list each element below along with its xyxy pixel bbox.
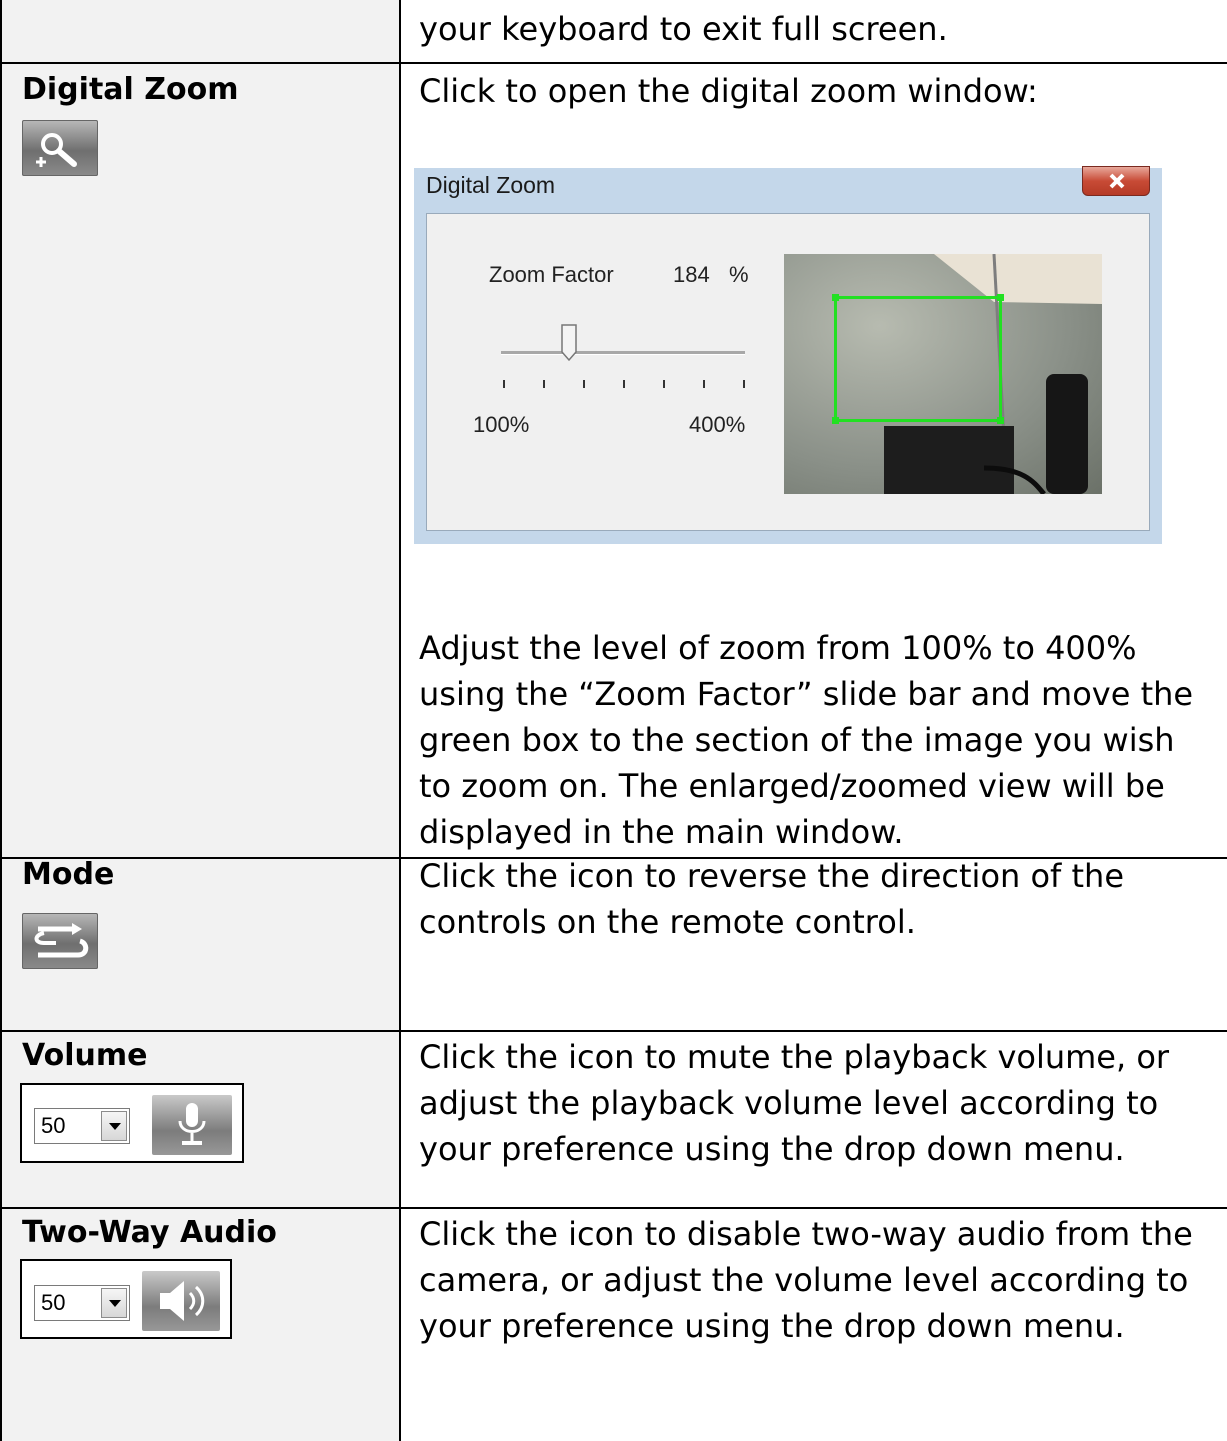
- slider-min-label: 100%: [473, 412, 530, 437]
- speaker-icon[interactable]: [142, 1271, 220, 1331]
- zoom-slider-track[interactable]: [501, 351, 745, 355]
- two-way-audio-control-box: 50: [20, 1259, 232, 1339]
- description-cell: Click the icon to disable two-way audio …: [401, 1209, 1227, 1441]
- slider-tick: [623, 380, 625, 388]
- slider-tick: [703, 380, 705, 388]
- description-cell: Click the icon to reverse the direction …: [401, 857, 1227, 1030]
- table-row: Two-Way Audio 50 Click the icon to disab…: [0, 1209, 1227, 1441]
- feature-label: Volume: [22, 1038, 148, 1073]
- two-way-audio-select-value: 50: [41, 1290, 66, 1315]
- zoom-in-magnifier-icon[interactable]: [22, 120, 98, 176]
- label-cell: Digital Zoom: [0, 64, 401, 857]
- zoom-slider-thumb[interactable]: [560, 324, 578, 362]
- description-cell: Click the icon to mute the playback volu…: [401, 1032, 1227, 1207]
- microphone-icon[interactable]: [152, 1095, 232, 1155]
- slider-tick: [743, 380, 745, 388]
- slider-tick: [583, 380, 585, 388]
- window-body: Zoom Factor 184 % 100% 400%: [426, 213, 1150, 531]
- description-intro: Click to open the digital zoom window:: [419, 72, 1038, 110]
- description-text: Click the icon to reverse the direction …: [419, 857, 1124, 941]
- feature-label: Two-Way Audio: [22, 1215, 277, 1250]
- two-way-audio-select[interactable]: 50: [34, 1285, 130, 1321]
- description-cell: your keyboard to exit full screen.: [401, 0, 1227, 62]
- description-body: Adjust the level of zoom from 100% to 40…: [419, 629, 1194, 851]
- feature-label: Mode: [22, 857, 115, 892]
- zoom-factor-value: 184: [673, 262, 710, 287]
- volume-select-value: 50: [41, 1113, 66, 1138]
- table-row: your keyboard to exit full screen.: [0, 0, 1227, 62]
- table-row: Volume 50 Click the icon to mute the pla…: [0, 1032, 1227, 1207]
- digital-zoom-window: Digital Zoom Zoom Factor 184 % 100% 400%: [414, 166, 1162, 544]
- table-row: Mode Click the icon to reverse the direc…: [0, 857, 1227, 1030]
- zoom-factor-unit: %: [729, 262, 749, 287]
- slider-tick: [543, 380, 545, 388]
- description-text: Click the icon to mute the playback volu…: [419, 1038, 1170, 1168]
- label-cell: Mode: [0, 857, 401, 1030]
- label-cell: [0, 0, 401, 62]
- description-text: your keyboard to exit full screen.: [419, 10, 948, 48]
- chevron-down-icon[interactable]: [101, 1111, 127, 1141]
- window-title: Digital Zoom: [426, 172, 556, 198]
- zoom-factor-label: Zoom Factor: [489, 262, 614, 287]
- description-text: Click the icon to disable two-way audio …: [419, 1215, 1193, 1345]
- volume-control-box: 50: [20, 1083, 244, 1163]
- volume-select[interactable]: 50: [34, 1108, 130, 1144]
- slider-tick: [663, 380, 665, 388]
- camera-preview[interactable]: [784, 254, 1102, 494]
- close-x-icon[interactable]: [1082, 166, 1150, 196]
- chevron-down-icon[interactable]: [101, 1288, 127, 1318]
- reverse-direction-icon[interactable]: [22, 913, 98, 969]
- zoom-region-box[interactable]: [832, 294, 1004, 424]
- feature-label: Digital Zoom: [22, 72, 239, 107]
- slider-tick: [503, 380, 505, 388]
- slider-max-label: 400%: [689, 412, 746, 437]
- label-cell: Volume 50: [0, 1032, 401, 1207]
- label-cell: Two-Way Audio 50: [0, 1209, 401, 1441]
